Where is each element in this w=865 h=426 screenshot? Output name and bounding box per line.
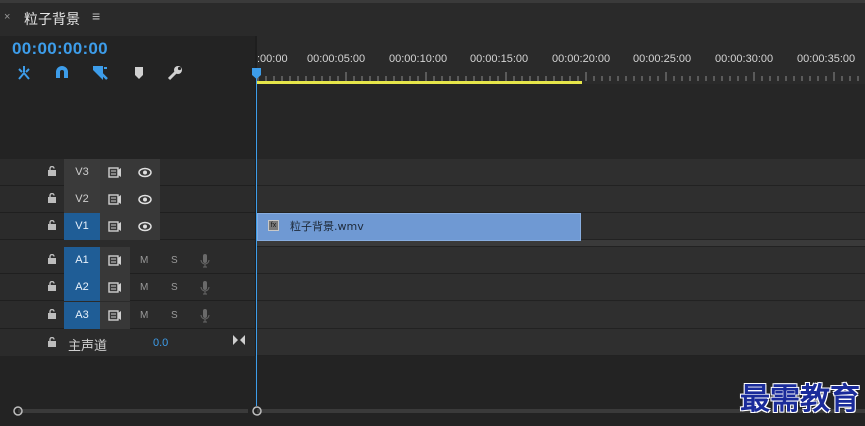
video-clip[interactable]: fx 粒子背景.wmv [257,213,581,241]
tab-close-button[interactable]: × [4,11,10,23]
microphone-icon[interactable] [200,308,210,324]
add-marker-icon[interactable] [91,64,113,84]
lock-icon[interactable] [47,166,57,176]
fx-badge-icon: fx [268,220,279,231]
sync-lock-button[interactable] [100,274,130,301]
panel-menu-icon[interactable]: ≡ [92,8,100,24]
eye-icon[interactable] [130,213,160,240]
track-name-a3[interactable]: A3 [64,302,100,329]
ruler-label: :00:00 [257,53,288,65]
ruler-label: 00:00:30:00 [715,53,774,65]
go-to-end-icon[interactable] [232,334,246,346]
lock-icon[interactable] [47,254,57,264]
track-name-v1[interactable]: V1 [64,213,100,240]
solo-button[interactable]: S [171,274,178,301]
track-header-a1: A1 M S [0,247,255,274]
ruler-label: 00:00:20:00 [552,53,611,65]
ruler-label: 00:00:35:00 [797,53,856,65]
timeline-empty-area [257,84,865,159]
sync-lock-button[interactable] [100,247,130,274]
solo-button[interactable]: S [171,302,178,329]
ruler-label: 00:00:25:00 [633,53,692,65]
track-header-v1: V1 [0,213,255,240]
sync-lock-button[interactable] [100,213,130,240]
track-name-a2[interactable]: A2 [64,274,100,301]
track-separator[interactable] [257,240,865,247]
eye-icon[interactable] [130,186,160,213]
watermark-logo: 最需教育 [740,382,860,417]
lock-icon[interactable] [47,309,57,319]
lock-icon[interactable] [47,193,57,203]
track-lane-a1[interactable] [257,247,865,274]
track-header-v3: V3 [0,159,255,186]
track-lane-a3[interactable] [257,302,865,329]
track-name-a1[interactable]: A1 [64,247,100,274]
eye-icon[interactable] [130,159,160,186]
timeline-tracks [257,159,865,356]
sync-lock-button[interactable] [100,159,130,186]
tab-bar [0,0,865,36]
track-header-a2: A2 M S [0,274,255,301]
master-track-label: 主声道 [68,339,108,354]
time-ruler[interactable]: :00:00 00:00:05:00 00:00:10:00 00:00:15:… [257,36,865,84]
snap-icon[interactable] [15,64,37,84]
track-lane-v2[interactable] [257,186,865,213]
mute-button[interactable]: M [140,247,148,274]
microphone-icon[interactable] [200,280,210,296]
clip-name: 粒子背景.wmv [290,220,364,233]
playhead-handle[interactable] [252,68,261,79]
lock-icon[interactable] [47,220,57,230]
playhead-line[interactable] [256,76,257,406]
sequence-tab-title[interactable]: 粒子背景 [24,9,80,29]
mute-button[interactable]: M [140,302,148,329]
track-lane-v3[interactable] [257,159,865,186]
ruler-label: 00:00:05:00 [307,53,366,65]
track-lane-master[interactable] [257,329,865,356]
master-volume-value[interactable]: 0.0 [153,337,168,349]
track-name-v3[interactable]: V3 [64,159,100,186]
marker-icon[interactable] [130,64,152,84]
sync-lock-button[interactable] [100,186,130,213]
track-name-v2[interactable]: V2 [64,186,100,213]
playhead-timecode[interactable]: 00:00:00:00 [12,39,108,59]
mute-button[interactable]: M [140,274,148,301]
track-lane-a2[interactable] [257,274,865,301]
solo-button[interactable]: S [171,247,178,274]
lock-icon[interactable] [47,281,57,291]
wrench-icon[interactable] [166,64,188,84]
lock-icon[interactable] [47,337,57,347]
track-header-v2: V2 [0,186,255,213]
ruler-label: 00:00:15:00 [470,53,529,65]
track-header-scrollbar[interactable] [13,406,253,416]
ruler-label: 00:00:10:00 [389,53,448,65]
track-headers: V3 V2 V1 A1 M S A2 M S A3 M S [0,159,255,356]
track-header-a3: A3 M S [0,302,255,329]
sync-lock-button[interactable] [100,302,130,329]
linked-selection-icon[interactable] [53,64,75,84]
microphone-icon[interactable] [200,253,210,269]
